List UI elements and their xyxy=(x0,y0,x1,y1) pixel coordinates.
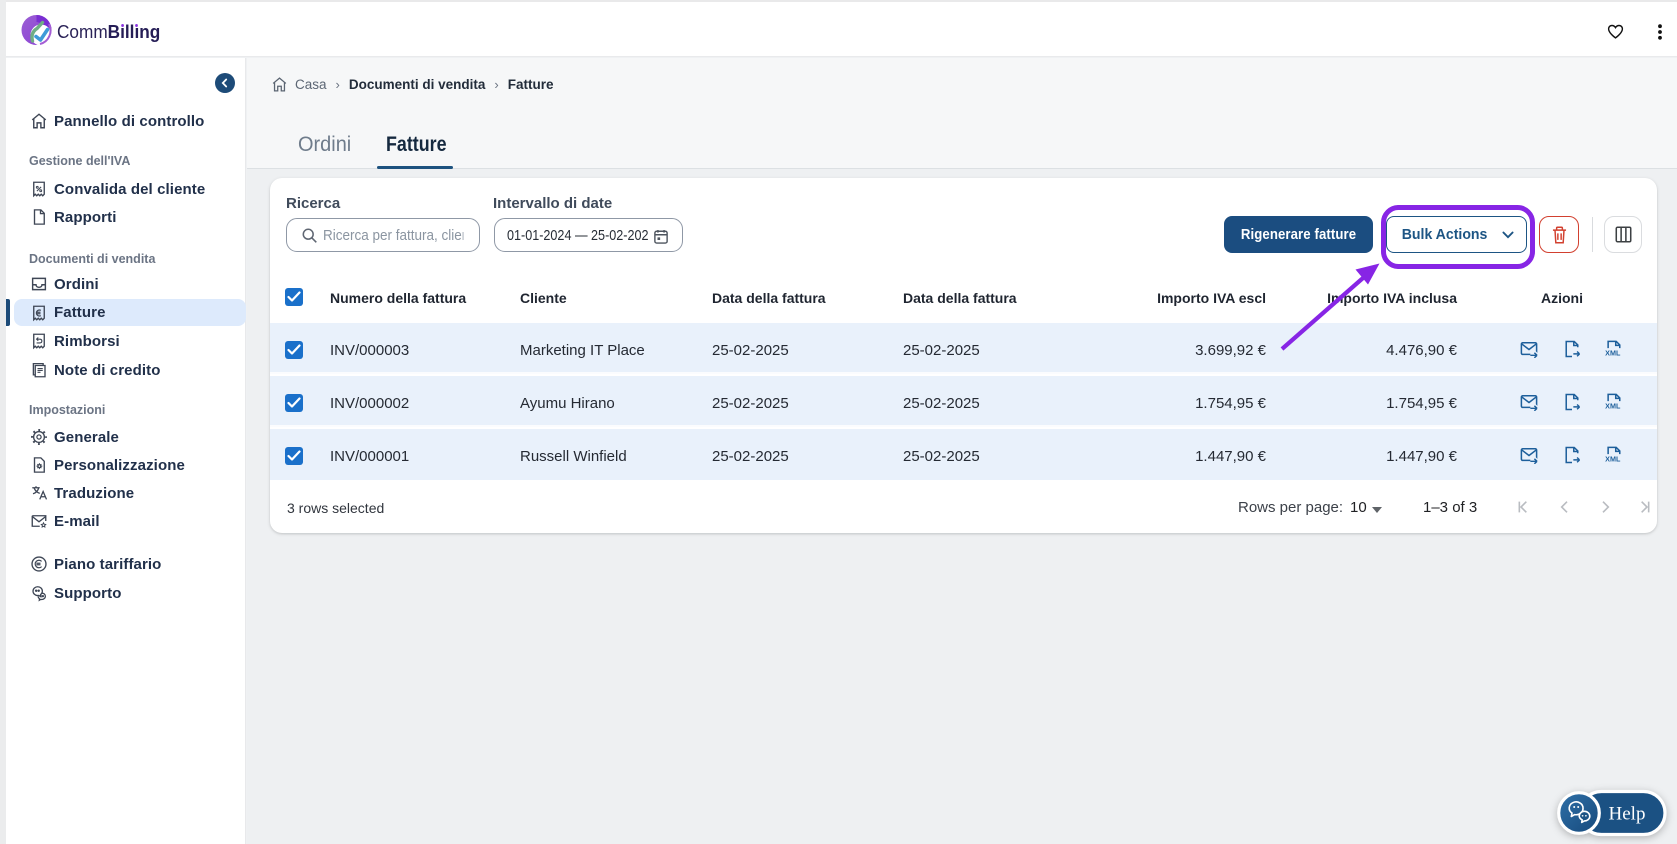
svg-text:XML: XML xyxy=(1605,402,1621,411)
svg-text:XML: XML xyxy=(1605,349,1621,358)
svg-text:XML: XML xyxy=(1605,455,1621,464)
svg-text:Help: Help xyxy=(1609,804,1646,825)
